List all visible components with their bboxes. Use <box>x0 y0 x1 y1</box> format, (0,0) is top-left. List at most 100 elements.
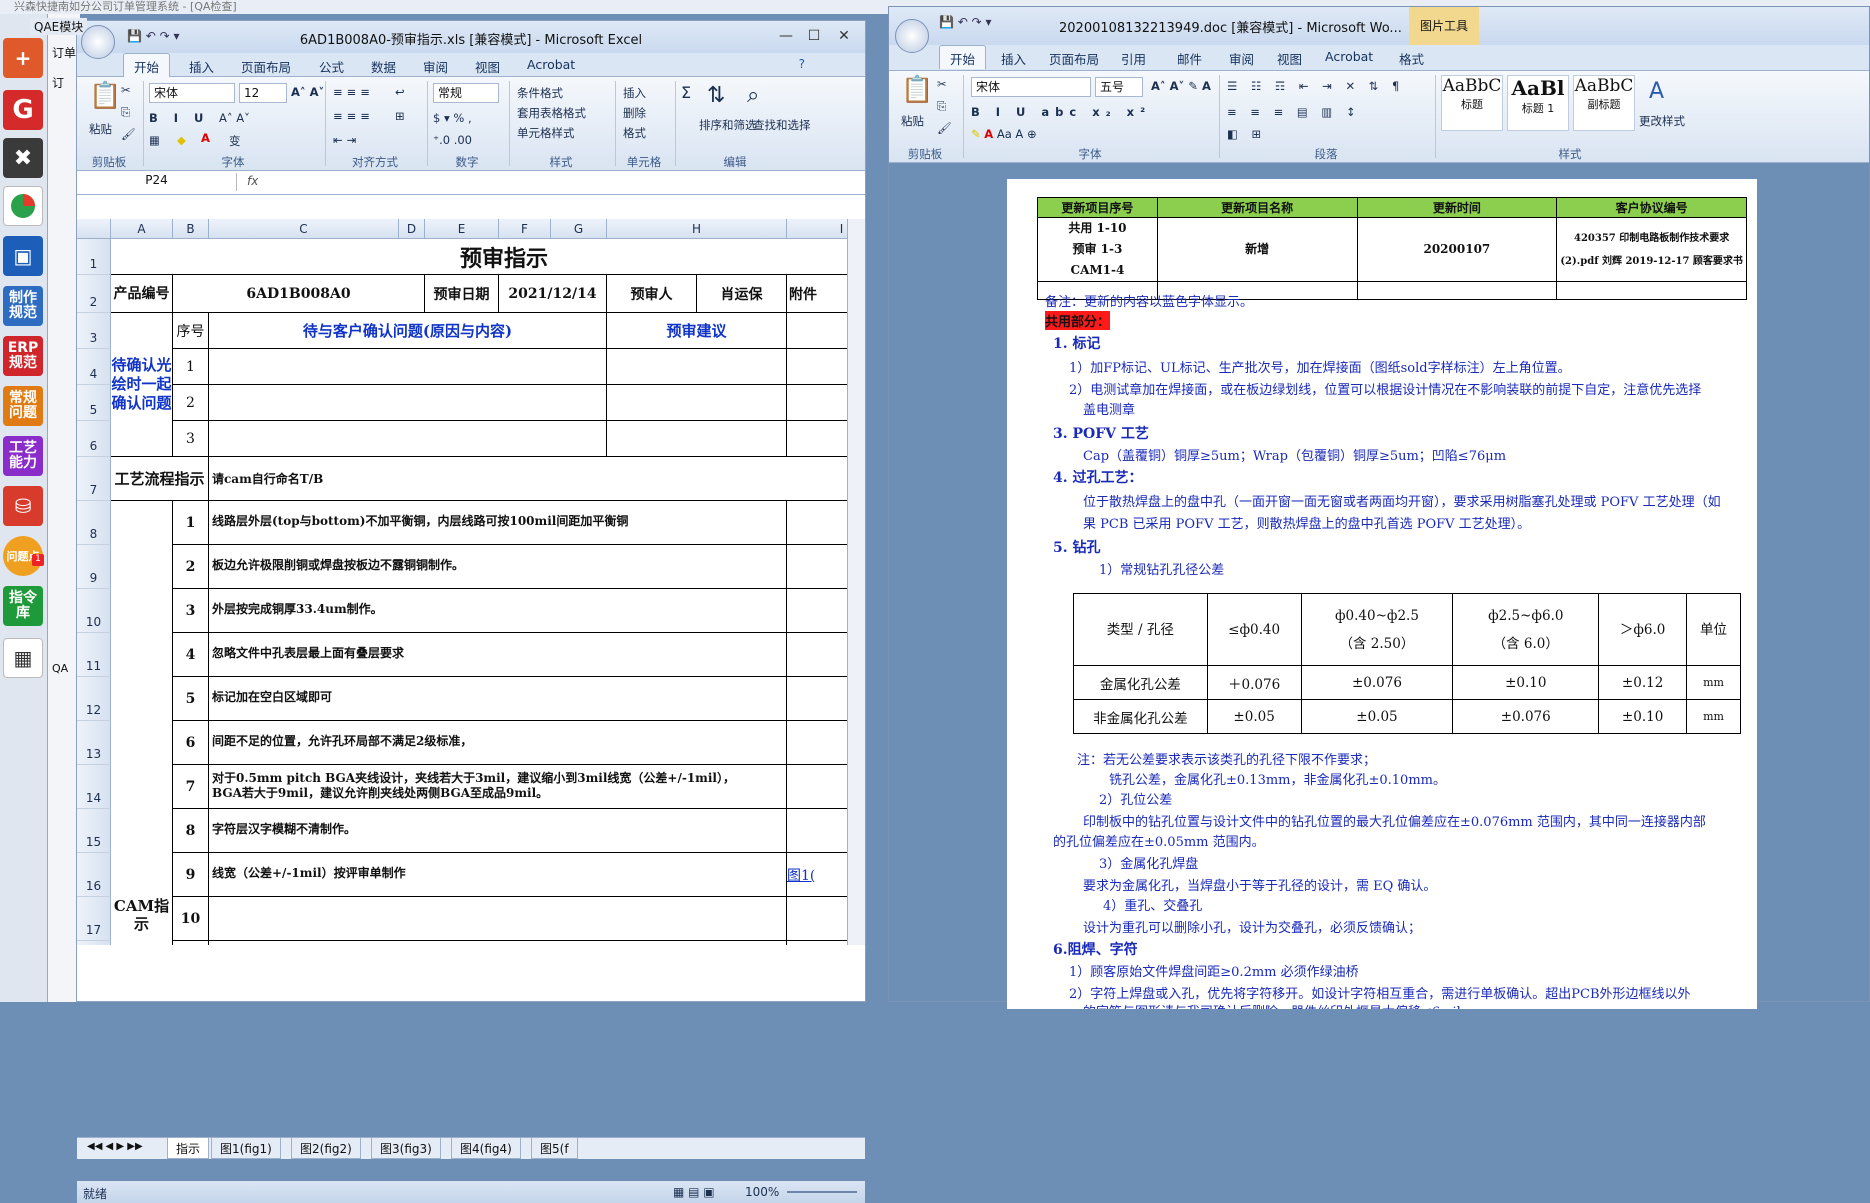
change-styles-icon[interactable]: A <box>1649 79 1664 104</box>
word-tab[interactable]: 格式 <box>1399 49 1424 68</box>
word-tab[interactable]: 插入 <box>1001 49 1026 68</box>
column-header-f[interactable]: F <box>499 219 551 239</box>
row-header-9[interactable]: 9 <box>77 545 111 589</box>
font-size-buttons[interactable]: A˄ A˅ <box>219 111 250 125</box>
row-header-1[interactable]: 1 <box>77 239 111 275</box>
minimize-icon[interactable]: — <box>777 27 795 45</box>
view-icons[interactable]: ▦ ▤ ▣ <box>673 1185 715 1199</box>
confirm-suggest-cell[interactable] <box>607 385 787 421</box>
add-icon[interactable]: + <box>3 38 43 78</box>
word-paste-button[interactable]: 粘贴 <box>901 113 924 129</box>
save-icon[interactable]: ▣ <box>3 236 43 276</box>
row-header-6[interactable]: 6 <box>77 421 111 457</box>
list-icons[interactable]: ☰ ☷ ☶ ⇤ ⇥ ✕ ⇅ ¶ <box>1227 79 1404 93</box>
tools-icon[interactable]: ✖ <box>3 138 43 178</box>
format-cells-button[interactable]: 格式 <box>623 125 646 141</box>
cam-row-attachment[interactable]: 图1( <box>787 853 847 897</box>
chart-icon[interactable] <box>3 186 43 226</box>
currency-percent-icons[interactable]: $ ▾ % , <box>433 111 472 125</box>
row-header-7[interactable]: 7 <box>77 457 111 501</box>
grow-font-icon[interactable]: A˄ A˅ <box>291 85 324 99</box>
cam-row-text[interactable]: 标记加在空白区域即可 <box>209 677 787 721</box>
word-font-size[interactable]: 五号 <box>1095 77 1143 97</box>
paste-button[interactable]: 粘贴 <box>89 121 112 137</box>
cam-row-text[interactable]: 线宽（公差+/-1mil）按评审单制作 <box>209 853 787 897</box>
column-header-d[interactable]: D <box>399 219 425 239</box>
document-page[interactable]: 更新项目序号 更新项目名称 更新时间 客户协议编号 共用 1-10 预审 1-3 CAM… <box>1007 179 1757 1009</box>
sidebar-item-process[interactable]: 工艺能力 <box>3 436 43 476</box>
word-tab[interactable]: 审阅 <box>1229 49 1254 68</box>
conditional-format-button[interactable]: 条件格式 <box>517 85 563 101</box>
row-header-12[interactable]: 12 <box>77 677 111 721</box>
word-tab[interactable]: 引用 <box>1121 49 1146 68</box>
sheet-tab[interactable]: 图2(fig2) <box>291 1138 361 1159</box>
autosum-icon[interactable]: Σ <box>681 83 691 102</box>
change-styles-button[interactable]: 更改样式 <box>1639 113 1685 129</box>
row-header-8[interactable]: 8 <box>77 501 111 545</box>
shading-border-icons[interactable]: ◧ ⊞ <box>1227 127 1266 141</box>
column-header-g[interactable]: G <box>551 219 607 239</box>
column-header-i[interactable]: I <box>787 219 847 239</box>
fx-icon[interactable]: fx <box>247 174 258 188</box>
row-header-17[interactable]: 17 <box>77 897 111 941</box>
row-header-2[interactable]: 2 <box>77 275 111 313</box>
word-highlight-icons[interactable]: ✎ A Aa A ⊕ <box>971 127 1037 141</box>
confirm-suggest-cell[interactable] <box>607 349 787 385</box>
cam-row-text[interactable]: 忽略文件中孔表层最上面有叠层要求 <box>209 633 787 677</box>
cam-row-text[interactable] <box>209 897 787 941</box>
zoom-level[interactable]: 100% <box>745 1185 779 1199</box>
word-font-name[interactable]: 宋体 <box>971 77 1091 97</box>
number-format-combo[interactable]: 常规 <box>433 83 499 103</box>
find-select-button[interactable]: 查找和选择 <box>753 117 811 133</box>
row-header-14[interactable]: 14 <box>77 765 111 809</box>
sort-filter-button[interactable]: 排序和筛选 <box>699 117 757 133</box>
word-office-button[interactable] <box>895 19 929 53</box>
fill-color-icon[interactable]: ◆ <box>177 133 186 147</box>
row-header-5[interactable]: 5 <box>77 385 111 421</box>
insert-cells-button[interactable]: 插入 <box>623 85 646 101</box>
column-header-a[interactable]: A <box>111 219 173 239</box>
word-biu-icons[interactable]: B I U abc x₂ x² <box>971 105 1151 119</box>
word-painter-icon[interactable]: 🖌 <box>937 121 952 135</box>
sheet-tab[interactable]: 图1(fig1) <box>211 1138 281 1159</box>
cam-row-text[interactable]: 外层按完成铜厚33.4um制作。 <box>209 589 787 633</box>
row-header-10[interactable]: 10 <box>77 589 111 633</box>
tab-acrobat[interactable]: Acrobat <box>527 57 575 72</box>
row-header-15[interactable]: 15 <box>77 809 111 853</box>
close-icon[interactable]: ✕ <box>835 27 853 45</box>
column-header-c[interactable]: C <box>209 219 399 239</box>
find-icon[interactable]: ⌕ <box>747 83 759 108</box>
word-quick-access[interactable]: 💾 ↶ ↷ ▾ <box>939 15 992 29</box>
logo-icon[interactable]: G <box>3 90 43 130</box>
cam-row-text[interactable]: 字符层汉字模糊不清制作。 <box>209 809 787 853</box>
cam-row-text[interactable]: 线路层外层(top与bottom)不加平衡铜，内层线路可按100mil间距加平衡… <box>209 501 787 545</box>
row-header-3[interactable]: 3 <box>77 313 111 349</box>
sidebar-item-faq[interactable]: 常规问题 <box>3 386 43 426</box>
sidebar-item-library[interactable]: 指令库 <box>3 586 43 626</box>
cam-row-text[interactable] <box>209 941 787 945</box>
border-icon[interactable]: ▦ <box>149 133 160 147</box>
select-all-corner[interactable] <box>77 219 111 239</box>
confirm-issue-cell[interactable] <box>209 385 607 421</box>
word-tab[interactable]: 视图 <box>1277 49 1302 68</box>
tab-data[interactable]: 数据 <box>371 57 396 76</box>
word-copy-icon[interactable]: ⎘ <box>937 99 946 114</box>
sheet-tab[interactable]: 指示 <box>167 1138 210 1159</box>
tab-insert[interactable]: 插入 <box>189 57 214 76</box>
style-subtitle[interactable]: AaBbC 副标题 <box>1573 75 1635 131</box>
style-heading1[interactable]: AaBl 标题 1 <box>1507 75 1569 131</box>
font-color-icon[interactable]: A <box>201 131 210 145</box>
paste-icon[interactable]: 📋 <box>89 81 121 111</box>
sheet-tab[interactable]: 图5(f <box>531 1138 578 1159</box>
maximize-icon[interactable]: ☐ <box>805 27 823 45</box>
decimal-icons[interactable]: ⁺.0 .00 <box>433 133 472 147</box>
help-icon[interactable]: ? <box>799 57 805 71</box>
word-paste-icon[interactable]: 📋 <box>901 75 933 105</box>
cut-icon[interactable]: ✂ <box>121 83 131 97</box>
indent-icons[interactable]: ⇤⇥ <box>333 133 360 147</box>
tab-page-layout[interactable]: 页面布局 <box>241 57 291 76</box>
tab-view[interactable]: 视图 <box>475 57 500 76</box>
name-box[interactable]: P24 <box>77 173 237 191</box>
align-h-icons[interactable]: ≡≡≡ <box>333 109 374 123</box>
cell-styles-button[interactable]: 单元格样式 <box>517 125 575 141</box>
